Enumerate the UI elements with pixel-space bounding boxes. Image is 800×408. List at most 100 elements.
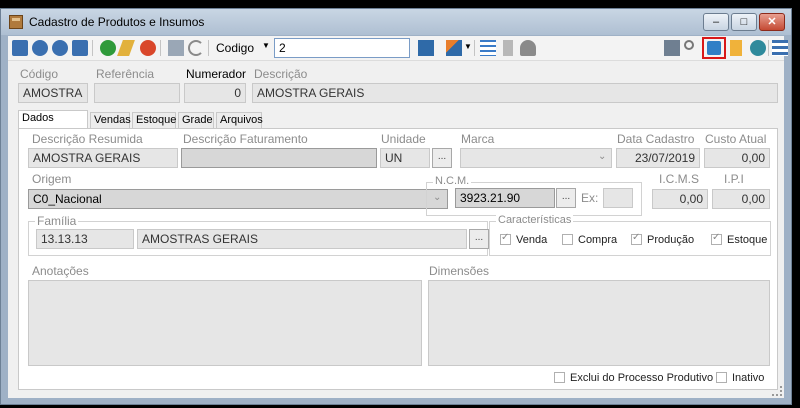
referencia-label: Referência: [96, 67, 155, 81]
ncm-field[interactable]: 3923.21.90: [455, 188, 555, 208]
dimensoes-textarea[interactable]: [428, 280, 770, 366]
compra-checkbox[interactable]: Compra: [562, 234, 617, 246]
referencia-field[interactable]: [94, 83, 180, 103]
exclui-processo-checkbox[interactable]: Exclui do Processo Produtivo: [554, 372, 713, 384]
toolbar-separator: [768, 40, 769, 56]
tab-arquivos[interactable]: Arquivos: [216, 112, 263, 128]
icms-field[interactable]: 0,00: [652, 189, 708, 209]
familia-lookup-button[interactable]: ...: [469, 229, 489, 249]
toolbar-separator: [92, 40, 93, 56]
toolbar: Codigo ▼ 2 ▼: [8, 36, 788, 61]
chevron-down-icon[interactable]: ▼: [464, 42, 472, 51]
descricao-faturamento-field[interactable]: [181, 148, 377, 168]
tab-dados-gerais[interactable]: Dados Gerais: [18, 110, 88, 139]
title-bar: Cadastro de Produtos e Insumos – □ ✕: [1, 9, 791, 35]
checkbox-box[interactable]: [500, 232, 511, 245]
numerador-field[interactable]: 0: [184, 83, 246, 103]
add-icon[interactable]: [100, 40, 116, 56]
ipi-label: I.P.I: [724, 172, 744, 186]
save-icon[interactable]: [168, 40, 184, 56]
familia-name-field[interactable]: AMOSTRAS GERAIS: [137, 229, 467, 249]
checkbox-box[interactable]: [631, 232, 642, 245]
checkbox-box[interactable]: [562, 234, 573, 245]
custo-atual-label: Custo Atual: [705, 132, 767, 146]
undo-icon[interactable]: [188, 40, 204, 56]
tools-icon[interactable]: [520, 40, 536, 56]
producao-label: Produção: [647, 234, 695, 246]
estoque-label: Estoque: [727, 234, 768, 246]
ipi-field[interactable]: 0,00: [712, 189, 770, 209]
ncm-label: N.C.M.: [433, 175, 472, 187]
note-icon[interactable]: [730, 40, 742, 56]
data-cadastro-label: Data Cadastro: [617, 132, 695, 146]
display-icon[interactable]: [664, 40, 680, 56]
caracteristicas-label: Características: [496, 214, 574, 226]
origem-select[interactable]: C0_Nacional: [28, 189, 448, 209]
search-icon[interactable]: [684, 40, 694, 50]
ncm-lookup-button[interactable]: ...: [556, 188, 576, 208]
venda-checkbox[interactable]: Venda: [500, 232, 548, 246]
box-app-icon: [9, 15, 23, 29]
descricao-label: Descrição: [254, 67, 308, 81]
list-icon[interactable]: [480, 40, 496, 56]
last-record-icon[interactable]: [72, 40, 88, 56]
next-record-icon[interactable]: [52, 40, 68, 56]
codigo-field[interactable]: AMOSTRA: [18, 83, 88, 103]
familia-group: Família 13.13.13 AMOSTRAS GERAIS ...: [28, 214, 489, 256]
ex-field[interactable]: [603, 188, 633, 208]
chevron-down-icon[interactable]: ▼: [262, 41, 270, 50]
chevron-down-icon[interactable]: ⌄: [598, 151, 606, 162]
previous-record-icon[interactable]: [32, 40, 48, 56]
main-window: Cadastro de Produtos e Insumos – □ ✕ Cod…: [0, 8, 792, 405]
ex-label: Ex:: [581, 191, 599, 205]
close-button[interactable]: ✕: [759, 13, 785, 31]
checkbox-box[interactable]: [711, 232, 722, 245]
toolbar-separator: [160, 40, 161, 56]
edit-icon[interactable]: [117, 40, 135, 56]
search-input[interactable]: 2: [274, 38, 410, 58]
unidade-field[interactable]: UN: [380, 148, 430, 168]
window-icon[interactable]: [418, 40, 434, 56]
chart-icon[interactable]: [446, 40, 462, 56]
highlighted-tool-button[interactable]: [702, 37, 726, 59]
minimize-button[interactable]: –: [703, 13, 729, 31]
numerador-label: Numerador: [186, 67, 247, 81]
estoque-checkbox[interactable]: Estoque: [711, 232, 768, 246]
inativo-checkbox[interactable]: Inativo: [716, 372, 764, 384]
codigo-label: Código: [20, 67, 59, 81]
custo-atual-field[interactable]: 0,00: [704, 148, 770, 168]
exclui-processo-label: Exclui do Processo Produtivo: [570, 372, 714, 384]
producao-checkbox[interactable]: Produção: [631, 232, 695, 246]
icms-label: I.C.M.S: [659, 172, 700, 186]
checkbox-box[interactable]: [716, 372, 727, 383]
descricao-field[interactable]: AMOSTRA GERAIS: [252, 83, 778, 103]
anotacoes-label: Anotações: [32, 264, 89, 278]
marca-select[interactable]: [460, 148, 612, 168]
toolbar-separator: [208, 40, 209, 56]
refresh-icon: [707, 41, 721, 55]
inativo-label: Inativo: [732, 372, 765, 384]
data-cadastro-field[interactable]: 23/07/2019: [616, 148, 700, 168]
descricao-resumida-field[interactable]: AMOSTRA GERAIS: [28, 148, 178, 168]
delete-icon[interactable]: [140, 40, 156, 56]
descricao-resumida-label: Descrição Resumida: [32, 132, 143, 146]
window-title: Cadastro de Produtos e Insumos: [29, 15, 205, 29]
user-icon[interactable]: [750, 40, 766, 56]
tab-grade[interactable]: Grade: [178, 112, 214, 128]
maximize-button[interactable]: □: [731, 13, 757, 31]
anotacoes-textarea[interactable]: [28, 280, 422, 366]
tab-vendas[interactable]: Vendas: [90, 112, 131, 128]
first-record-icon[interactable]: [12, 40, 28, 56]
compra-label: Compra: [578, 234, 618, 246]
menu-icon[interactable]: [772, 40, 788, 56]
toolbar-separator: [474, 40, 475, 56]
unidade-lookup-button[interactable]: ...: [432, 148, 452, 168]
resize-grip-icon[interactable]: [772, 386, 782, 396]
tab-estoque[interactable]: Estoque: [132, 112, 176, 128]
familia-code-field[interactable]: 13.13.13: [36, 229, 134, 249]
download-icon[interactable]: [503, 40, 513, 56]
checkbox-box[interactable]: [554, 372, 565, 383]
unidade-label: Unidade: [381, 132, 426, 146]
search-field-label[interactable]: Codigo: [216, 41, 254, 55]
venda-label: Venda: [516, 234, 548, 246]
